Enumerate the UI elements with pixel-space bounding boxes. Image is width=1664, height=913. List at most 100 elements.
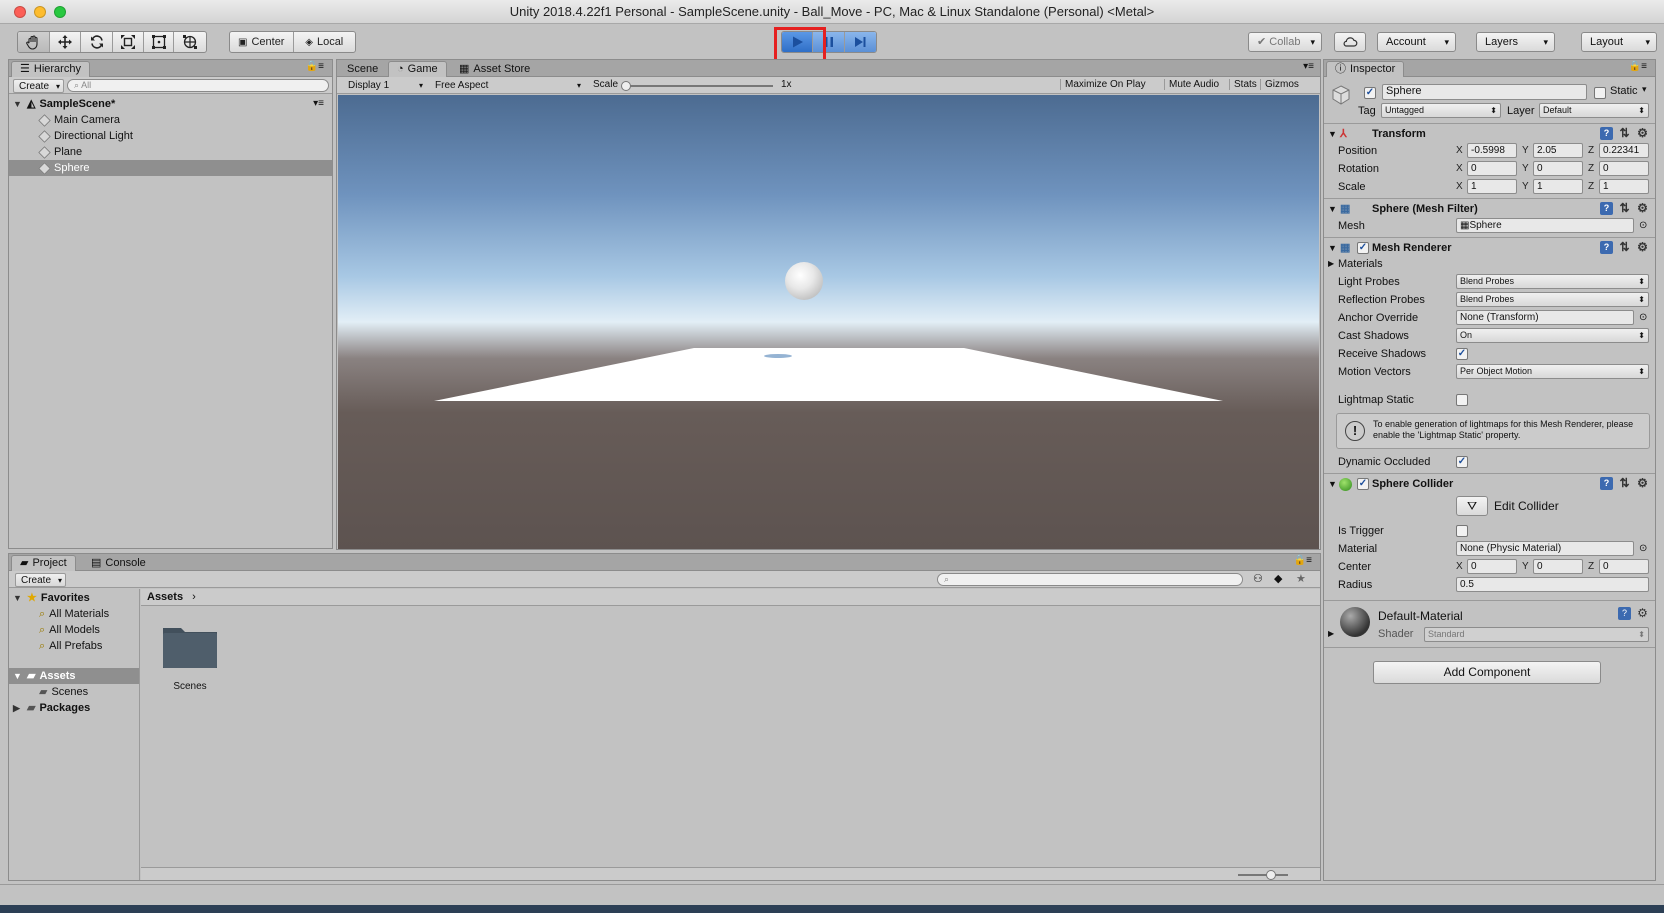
panel-menu-icon[interactable]: 🔒≡ [1629, 61, 1647, 72]
aspect-dropdown[interactable]: Free Aspect [430, 79, 584, 93]
mesh-renderer-header[interactable]: ▼ ▦ ✓ Mesh Renderer ? ⇅ ⚙ [1324, 237, 1655, 257]
favorite-star-icon[interactable]: ★ [1296, 572, 1306, 585]
materials-row[interactable]: ▶ Materials [1324, 255, 1655, 273]
rotation-y-input[interactable]: 0 [1533, 161, 1583, 176]
anchor-override-field[interactable]: None (Transform) [1456, 310, 1634, 325]
expand-arrow-icon[interactable]: ▶ [1328, 255, 1334, 273]
center-y-input[interactable]: 0 [1533, 559, 1583, 574]
lightmap-static-checkbox[interactable] [1456, 394, 1468, 406]
tab-inspector[interactable]: ⓘ Inspector [1326, 61, 1405, 77]
breadcrumb-assets[interactable]: Assets [147, 591, 183, 603]
mute-audio-toggle[interactable]: Mute Audio [1164, 79, 1219, 90]
gear-icon[interactable]: ⚙ [1636, 127, 1649, 140]
preset-icon[interactable]: ⇅ [1618, 241, 1631, 254]
preset-icon[interactable]: ⇅ [1618, 202, 1631, 215]
hierarchy-item-main-camera[interactable]: Main Camera [9, 112, 332, 128]
scenes-folder[interactable] [161, 622, 219, 670]
tree-assets[interactable]: ▼ ▰ Assets [9, 668, 139, 684]
object-picker-icon[interactable]: ⊙ [1639, 540, 1647, 558]
rotate-tool-button[interactable] [81, 32, 113, 52]
scale-z-input[interactable]: 1 [1599, 179, 1649, 194]
close-window-button[interactable] [14, 6, 26, 18]
cast-shadows-dropdown[interactable]: On [1456, 328, 1649, 343]
help-icon[interactable]: ? [1600, 202, 1613, 215]
tab-console[interactable]: ▤ Console [83, 555, 154, 571]
object-picker-icon[interactable]: ⊙ [1639, 217, 1647, 235]
reflection-probes-dropdown[interactable]: Blend Probes [1456, 292, 1649, 307]
light-probes-dropdown[interactable]: Blend Probes [1456, 274, 1649, 289]
object-picker-icon[interactable]: ⊙ [1639, 309, 1647, 327]
scale-y-input[interactable]: 1 [1533, 179, 1583, 194]
hierarchy-item-directional-light[interactable]: Directional Light [9, 128, 332, 144]
collapse-arrow-icon[interactable]: ▼ [1328, 474, 1337, 494]
tree-all-prefabs[interactable]: ⌕ All Prefabs [9, 638, 139, 654]
tab-hierarchy[interactable]: ☰ Hierarchy [11, 61, 90, 77]
hierarchy-item-plane[interactable]: Plane [9, 144, 332, 160]
collider-material-field[interactable]: None (Physic Material) [1456, 541, 1634, 556]
maximize-on-play-toggle[interactable]: Maximize On Play [1060, 79, 1146, 90]
hierarchy-item-sphere[interactable]: Sphere [9, 160, 332, 176]
layout-dropdown[interactable]: Layout [1581, 32, 1657, 52]
tab-asset-store[interactable]: ▦ Asset Store [451, 61, 538, 77]
is-trigger-checkbox[interactable] [1456, 525, 1468, 537]
hierarchy-create-dropdown[interactable]: Create [13, 79, 65, 93]
icon-size-slider[interactable] [1238, 870, 1288, 880]
mesh-renderer-enabled-checkbox[interactable]: ✓ [1357, 242, 1369, 254]
filter-label-icon[interactable]: ◆ [1274, 572, 1282, 585]
collapse-arrow-icon[interactable]: ▶ [13, 700, 23, 716]
active-checkbox[interactable]: ✓ [1364, 87, 1376, 99]
dynamic-occluded-checkbox[interactable]: ✓ [1456, 456, 1468, 468]
panel-menu-icon[interactable]: ▾≡ [1303, 61, 1314, 72]
gear-icon[interactable]: ⚙ [1636, 477, 1649, 490]
scale-slider[interactable] [621, 81, 773, 91]
collab-dropdown[interactable]: ✔ Collab [1248, 32, 1322, 52]
icon-size-slider-thumb[interactable] [1266, 870, 1276, 880]
radius-input[interactable]: 0.5 [1456, 577, 1649, 592]
cloud-button[interactable] [1334, 32, 1366, 52]
panel-menu-icon[interactable]: 🔒≡ [306, 61, 324, 72]
gear-icon[interactable]: ⚙ [1636, 241, 1649, 254]
transform-header[interactable]: ▼ ⅄ Transform ? ⇅ ⚙ [1324, 123, 1655, 143]
tab-project[interactable]: ▰ Project [11, 555, 76, 571]
expand-arrow-icon[interactable]: ▼ [13, 590, 23, 606]
mesh-field[interactable]: ▦Sphere [1456, 218, 1634, 233]
display-dropdown[interactable]: Display 1 [343, 79, 426, 93]
tag-dropdown[interactable]: Untagged [1381, 103, 1501, 118]
motion-vectors-dropdown[interactable]: Per Object Motion [1456, 364, 1649, 379]
gizmos-dropdown[interactable]: Gizmos [1260, 79, 1311, 90]
help-icon[interactable]: ? [1600, 477, 1613, 490]
project-create-dropdown[interactable]: Create [15, 573, 67, 587]
sphere-collider-header[interactable]: ▼ ✓ Sphere Collider ? ⇅ ⚙ [1324, 473, 1655, 493]
layers-dropdown[interactable]: Layers [1476, 32, 1555, 52]
center-x-input[interactable]: 0 [1467, 559, 1517, 574]
hierarchy-search-input[interactable]: ⌕ All [67, 79, 329, 92]
zoom-window-button[interactable] [54, 6, 66, 18]
filter-type-icon[interactable]: ⚇ [1253, 572, 1263, 585]
tree-favorites[interactable]: ▼ ★ Favorites [9, 590, 139, 606]
help-icon[interactable]: ? [1618, 607, 1631, 620]
account-dropdown[interactable]: Account [1377, 32, 1456, 52]
scale-tool-button[interactable] [113, 32, 144, 52]
project-search-input[interactable]: ⌕ [937, 573, 1243, 586]
edit-collider-button[interactable]: ⛛ [1456, 496, 1488, 516]
gear-icon[interactable]: ⚙ [1636, 607, 1649, 620]
rotation-z-input[interactable]: 0 [1599, 161, 1649, 176]
game-viewport[interactable] [338, 95, 1319, 549]
scene-root[interactable]: ▼ ◭ SampleScene* ▾≡ [9, 96, 332, 112]
help-icon[interactable]: ? [1600, 241, 1613, 254]
gear-icon[interactable]: ⚙ [1636, 202, 1649, 215]
transform-tool-button[interactable] [174, 32, 206, 52]
tree-all-models[interactable]: ⌕ All Models [9, 622, 139, 638]
center-z-input[interactable]: 0 [1599, 559, 1649, 574]
position-z-input[interactable]: 0.22341 [1599, 143, 1649, 158]
position-y-input[interactable]: 2.05 [1533, 143, 1583, 158]
layer-dropdown[interactable]: Default [1539, 103, 1649, 118]
mesh-filter-header[interactable]: ▼ ▦ Sphere (Mesh Filter) ? ⇅ ⚙ [1324, 198, 1655, 218]
expand-arrow-icon[interactable]: ▼ [13, 96, 23, 112]
pivot-center-toggle[interactable]: ▣ Center [230, 32, 294, 52]
static-checkbox[interactable] [1594, 87, 1606, 99]
preset-icon[interactable]: ⇅ [1618, 127, 1631, 140]
expand-arrow-icon[interactable]: ▼ [13, 668, 23, 684]
shader-dropdown[interactable]: Standard [1424, 627, 1649, 642]
expand-arrow-icon[interactable]: ▶ [1328, 629, 1334, 638]
